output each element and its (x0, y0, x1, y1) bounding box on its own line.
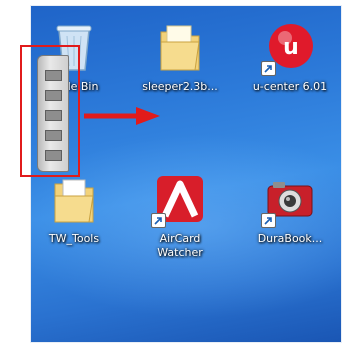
folder-doc-icon (49, 172, 99, 226)
desktop-icon-aircard-watcher[interactable]: AirCard Watcher (141, 166, 219, 266)
shortcut-arrow-icon (261, 213, 276, 228)
desktop-icon-durabook[interactable]: DuraBook... (251, 166, 329, 266)
arrow-right-icon (84, 107, 160, 125)
shortcut-arrow-icon (151, 213, 166, 228)
desktop-icon-label: AirCard Watcher (141, 232, 219, 260)
desktop-icon-label: u-center 6.01 (252, 80, 328, 93)
durabook-camera-icon (261, 172, 315, 228)
desktop-icon-u-center[interactable]: u u-center 6.01 (251, 14, 329, 114)
desktop-icon-tw-tools[interactable]: TW_Tools (35, 166, 113, 266)
label-line-2: Watcher (157, 246, 203, 259)
screenshot-frame: cle Bin sleeper2.3b... u u-center 6.01 T… (0, 0, 345, 347)
u-center-icon: u (261, 20, 315, 76)
highlight-box (20, 45, 80, 177)
desktop-icon-label: TW_Tools (48, 232, 100, 245)
desktop-icon-label: DuraBook... (257, 232, 323, 245)
desktop-icon-label: sleeper2.3b... (142, 80, 218, 93)
label-line-1: AirCard (159, 232, 201, 245)
shortcut-arrow-icon (261, 61, 276, 76)
desktop-icon-sleeper[interactable]: sleeper2.3b... (141, 14, 219, 114)
aircard-icon (151, 172, 205, 228)
svg-text:u: u (283, 35, 299, 60)
folder-icon (155, 20, 205, 74)
